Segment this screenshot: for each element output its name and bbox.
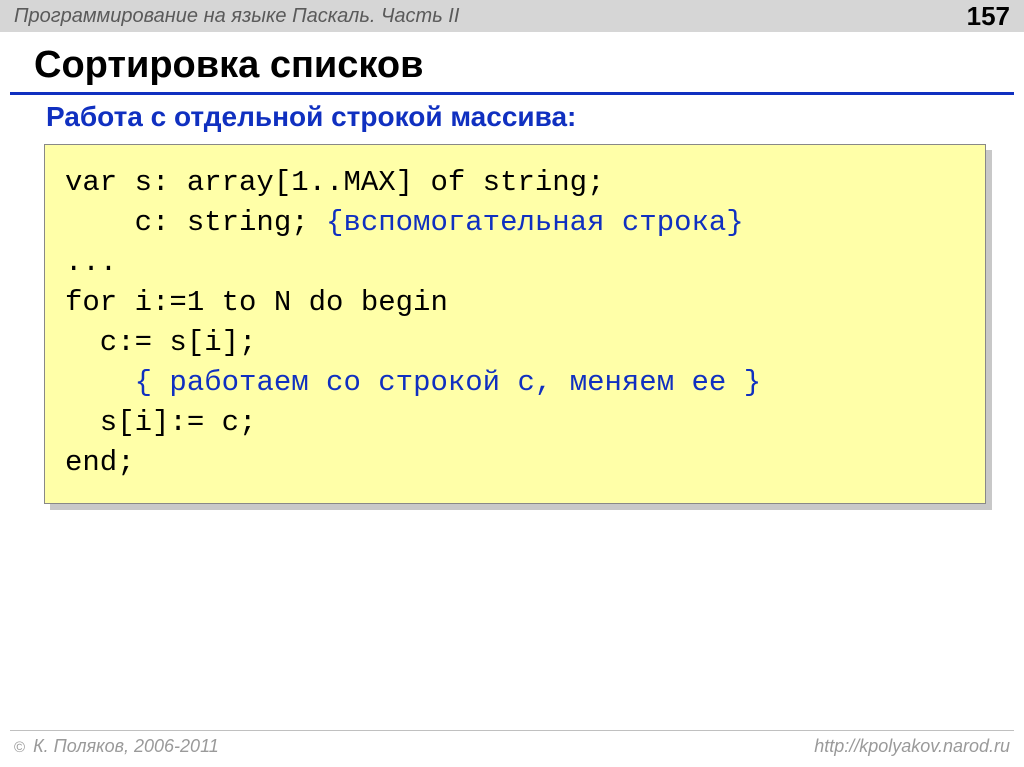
code-content: var s: array[1..MAX] of string; c: strin…: [44, 144, 986, 504]
header-breadcrumb: Программирование на языке Паскаль. Часть…: [14, 5, 459, 28]
copyright-icon: ©: [14, 739, 25, 756]
code-line: ...: [65, 246, 117, 279]
section-subtitle: Работа с отдельной строкой массива:: [46, 101, 576, 133]
page-number: 157: [967, 1, 1010, 32]
header-bar: Программирование на языке Паскаль. Часть…: [0, 0, 1024, 32]
footer: © К. Поляков, 2006-2011 http://kpolyakov…: [0, 736, 1024, 757]
code-line: c: string;: [65, 206, 326, 239]
page-title: Сортировка списков: [34, 44, 424, 87]
code-line: end;: [65, 446, 135, 479]
code-line: s[i]:= c;: [65, 406, 256, 439]
slide: Программирование на языке Паскаль. Часть…: [0, 0, 1024, 767]
code-line: c:= s[i];: [65, 326, 256, 359]
footer-rule: [10, 730, 1014, 731]
footer-url: http://kpolyakov.narod.ru: [814, 736, 1010, 757]
code-line: var s: array[1..MAX] of string;: [65, 166, 605, 199]
code-line: for i:=1 to N do begin: [65, 286, 448, 319]
code-comment: { работаем со строкой c, меняем ее }: [135, 366, 762, 399]
code-block: var s: array[1..MAX] of string; c: strin…: [44, 144, 986, 504]
footer-copyright: © К. Поляков, 2006-2011: [14, 736, 219, 757]
code-line: [65, 366, 135, 399]
title-underline: [10, 92, 1014, 95]
code-comment: {вспомогательная строка}: [326, 206, 744, 239]
footer-author: К. Поляков, 2006-2011: [28, 736, 219, 756]
